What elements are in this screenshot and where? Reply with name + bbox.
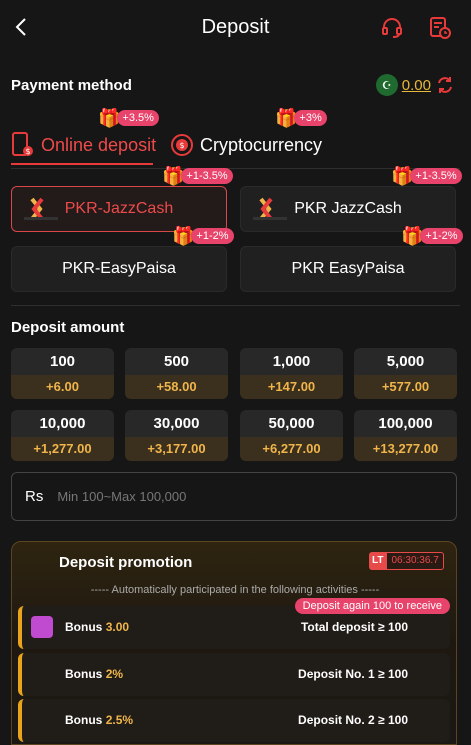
record-history-icon[interactable] (428, 16, 452, 40)
amount-option[interactable]: 10,000 +1,277.00 (11, 410, 114, 461)
countdown-badge: LT 06:30:36.7 (369, 552, 444, 570)
jazzcash-logo-icon (253, 197, 287, 221)
promotion-row: Bonus 2.5% Deposit No. 2 ≥ 100 (18, 699, 450, 742)
amount-option[interactable]: 50,000 +6,277.00 (240, 410, 343, 461)
header: Deposit (0, 0, 471, 56)
balance-value[interactable]: 0.00 (402, 77, 431, 94)
pakistan-flag-icon: ☪ (375, 74, 398, 96)
promotion-row: Bonus 2% Deposit No. 1 ≥ 100 (18, 653, 450, 696)
tab-online-deposit[interactable]: $ Online deposit (11, 125, 156, 165)
online-deposit-bonus-badge: 🎁 +3.5% (98, 109, 159, 127)
tab-online-deposit-label: Online deposit (41, 134, 157, 155)
divider (11, 305, 460, 306)
jazzcash-logo-icon (24, 197, 58, 221)
deposit-amount-title: Deposit amount (11, 319, 125, 336)
amount-option[interactable]: 500 +58.00 (125, 348, 228, 399)
deposit-promotion-panel: Deposit promotion LT 06:30:36.7 ----- Au… (11, 541, 457, 745)
amount-option[interactable]: 5,000 +577.00 (354, 348, 457, 399)
phone-deposit-icon: $ (12, 132, 33, 156)
balance: ☪ 0.00 (375, 73, 455, 97)
method-pkr-jazzcash-2[interactable]: PKR JazzCash (240, 186, 456, 232)
amount-option[interactable]: 1,000 +147.00 (240, 348, 343, 399)
promotion-subtitle: ----- Automatically participated in the … (90, 584, 380, 596)
amount-input-placeholder: Min 100~Max 100,000 (57, 489, 187, 504)
deposit-again-badge: Deposit again 100 to receive (294, 598, 450, 614)
payment-method-title: Payment method (11, 77, 132, 94)
svg-text:$: $ (179, 141, 184, 150)
active-tab-indicator (11, 163, 153, 165)
svg-text:$: $ (25, 147, 30, 156)
method-pkr-jazzcash-1[interactable]: PKR-JazzCash (11, 186, 227, 232)
method-bonus-badge: 🎁 +1-2% (401, 227, 463, 245)
amount-option[interactable]: 100,000 +13,277.00 (354, 410, 457, 461)
method-bonus-badge: 🎁 +1-3.5% (162, 167, 233, 185)
amount-option[interactable]: 100 +6.00 (11, 348, 114, 399)
lightning-icon: LT (369, 552, 387, 570)
crypto-bonus-badge: 🎁 +3% (275, 109, 327, 127)
method-pkr-easypaisa-1[interactable]: PKR-EasyPaisa (11, 246, 227, 292)
refresh-icon[interactable] (435, 75, 455, 95)
tab-cryptocurrency-label: Cryptocurrency (200, 134, 323, 155)
crypto-coin-icon: $ (171, 134, 193, 156)
method-bonus-badge: 🎁 +1-2% (172, 227, 234, 245)
promotion-title: Deposit promotion (59, 554, 193, 571)
method-bonus-badge: 🎁 +1-3.5% (391, 167, 462, 185)
promotion-row: Bonus 3.00 Total deposit ≥ 100 Deposit a… (18, 598, 450, 649)
amount-input[interactable]: Rs Min 100~Max 100,000 (11, 472, 457, 521)
method-pkr-easypaisa-2[interactable]: PKR EasyPaisa (240, 246, 456, 292)
gift-box-icon (31, 616, 53, 638)
customer-service-icon[interactable] (380, 16, 404, 40)
amount-option[interactable]: 30,000 +3,177.00 (125, 410, 228, 461)
countdown-timer: 06:30:36.7 (386, 552, 444, 570)
currency-label: Rs (25, 488, 44, 505)
tab-cryptocurrency[interactable]: $ Cryptocurrency (170, 125, 322, 165)
